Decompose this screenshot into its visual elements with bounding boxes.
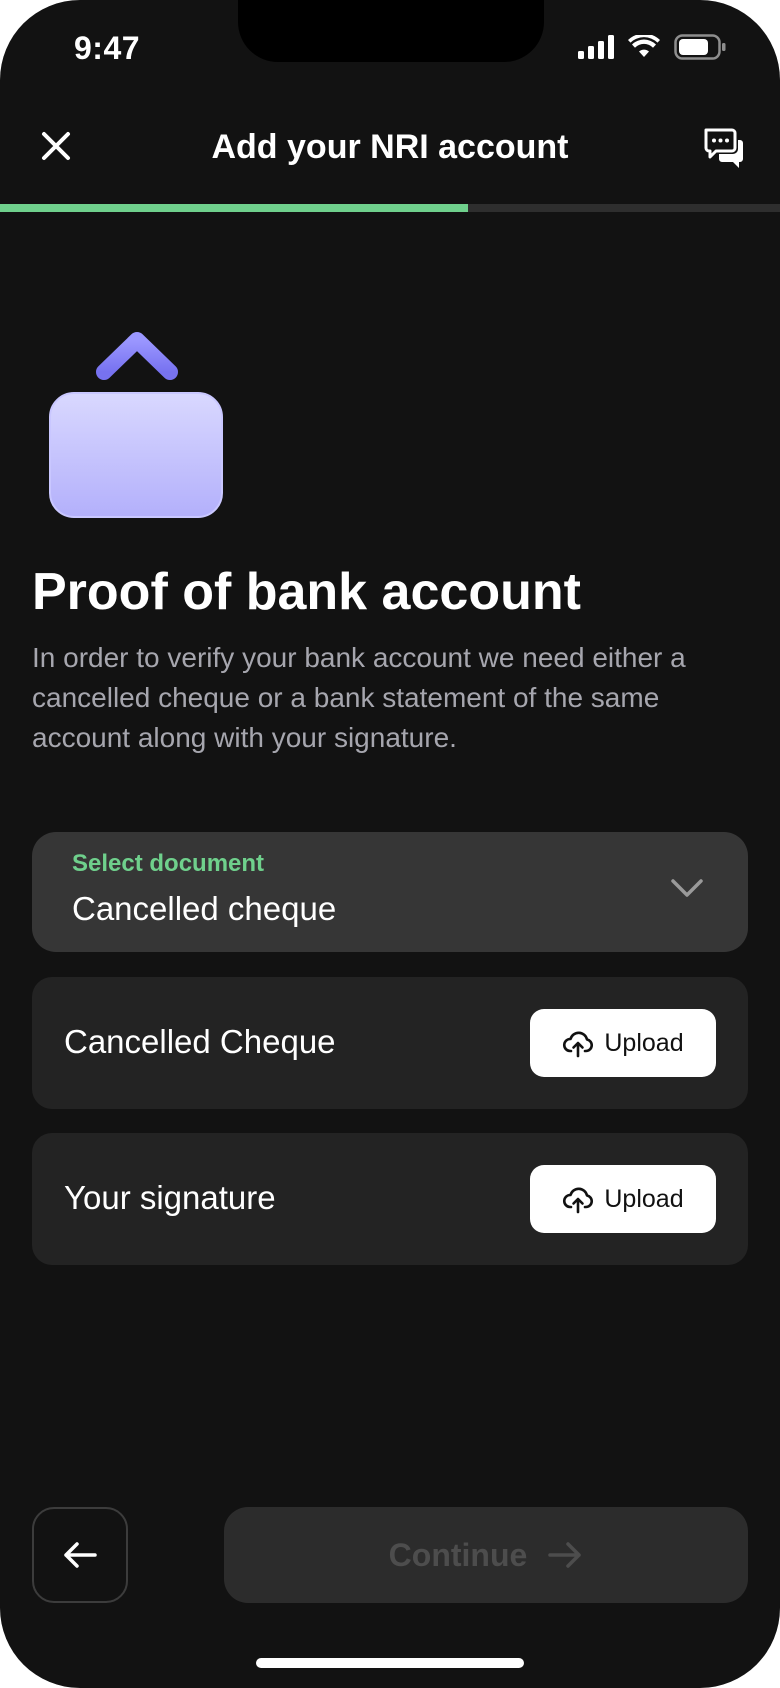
arrow-left-icon xyxy=(64,1542,97,1568)
battery-icon xyxy=(674,34,726,60)
chat-icon xyxy=(704,128,743,168)
upload-row-label: Cancelled Cheque xyxy=(64,1023,336,1060)
upload-row-cancelled-cheque: Cancelled Cheque Upload xyxy=(32,977,748,1109)
cellular-signal-icon xyxy=(578,35,614,59)
page-title: Add your NRI account xyxy=(211,128,569,166)
phone-screen: 9:47 Add your NRI account Proof of bank … xyxy=(0,0,780,1688)
upload-box-icon xyxy=(48,328,228,518)
upload-button-label: Upload xyxy=(604,1028,684,1057)
cloud-upload-icon xyxy=(563,1031,594,1058)
home-indicator xyxy=(256,1658,524,1668)
section-title: Proof of bank account xyxy=(32,563,581,621)
status-icons xyxy=(578,34,726,60)
arrow-right-icon xyxy=(548,1542,582,1568)
document-type-select[interactable]: Select document Cancelled cheque xyxy=(32,832,748,952)
chat-support-button[interactable] xyxy=(702,126,746,170)
upload-row-signature: Your signature Upload xyxy=(32,1133,748,1265)
continue-button-label: Continue xyxy=(388,1536,528,1573)
progress-bar-fill xyxy=(0,204,468,212)
wifi-icon xyxy=(628,35,660,57)
progress-bar xyxy=(0,204,780,212)
continue-button[interactable]: Continue xyxy=(224,1507,748,1603)
upload-signature-button[interactable]: Upload xyxy=(530,1165,716,1233)
back-button[interactable] xyxy=(32,1507,128,1603)
section-description: In order to verify your bank account we … xyxy=(32,642,686,753)
upload-button-label: Upload xyxy=(604,1184,684,1213)
select-document-label: Select document xyxy=(72,850,265,877)
upload-cheque-button[interactable]: Upload xyxy=(530,1009,716,1077)
cloud-upload-icon xyxy=(563,1187,594,1214)
upload-row-label: Your signature xyxy=(64,1179,276,1216)
select-document-value: Cancelled cheque xyxy=(72,890,337,927)
chevron-down-icon xyxy=(671,879,703,897)
device-notch xyxy=(238,0,544,62)
status-time: 9:47 xyxy=(74,30,141,66)
